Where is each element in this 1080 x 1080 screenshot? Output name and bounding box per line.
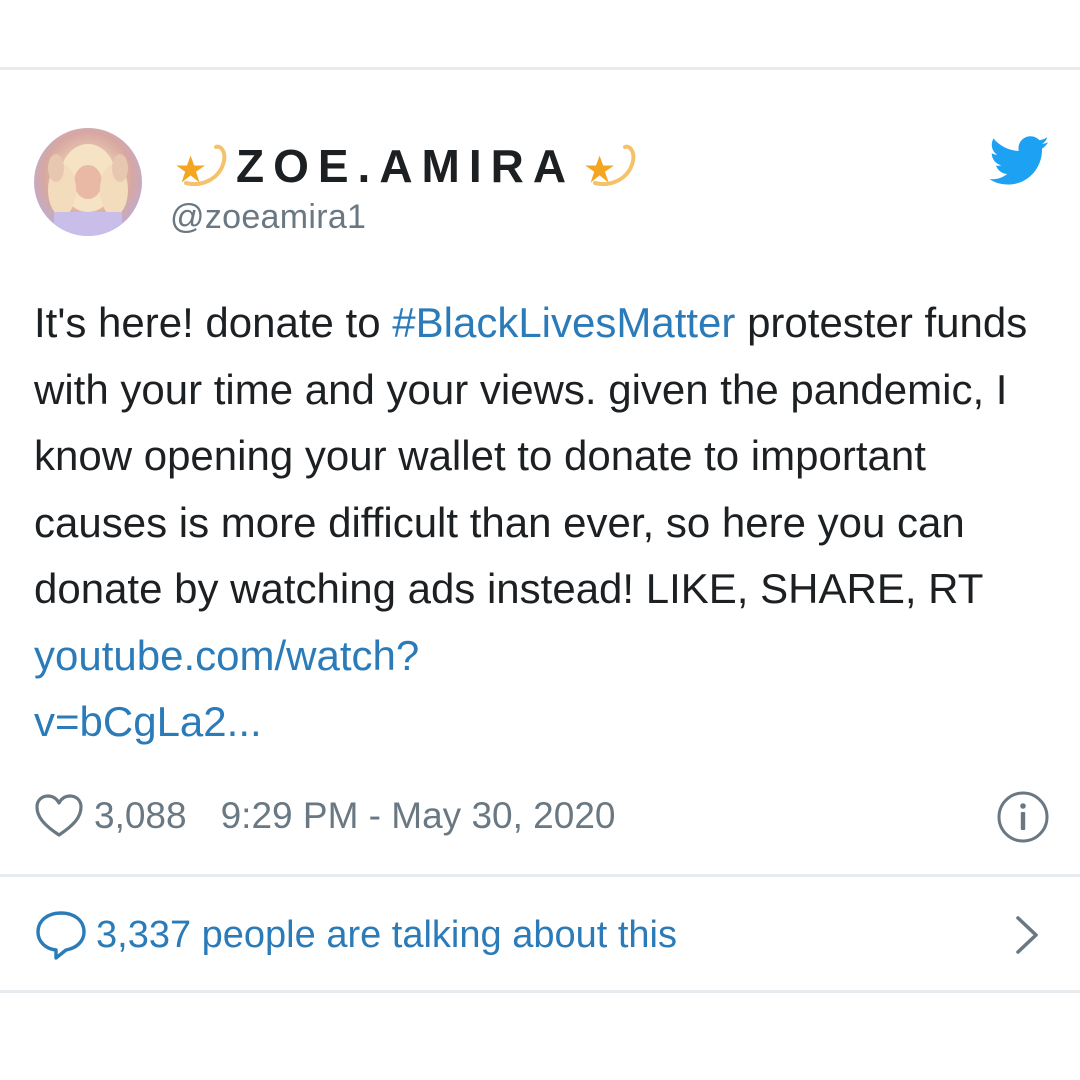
heart-icon[interactable]	[34, 793, 84, 839]
youtube-link[interactable]: youtube.com/watch? v=bCgLa2...	[34, 632, 419, 746]
user-handle[interactable]: @zoeamira1	[170, 198, 366, 237]
profile-photo	[48, 144, 128, 236]
display-name-text: ZOE.AMIRA	[236, 140, 576, 192]
tweet-timestamp[interactable]: 9:29 PM - May 30, 2020	[221, 795, 616, 837]
bottom-divider	[0, 990, 1080, 993]
speech-bubble-icon	[36, 911, 86, 960]
tweet-meta: 3,088 9:29 PM - May 30, 2020	[34, 788, 615, 844]
like-count[interactable]: 3,088	[94, 795, 187, 837]
hashtag-link[interactable]: #BlackLivesMatter	[392, 299, 735, 346]
tweet-text: It's here! donate to #BlackLivesMatter p…	[34, 290, 1059, 756]
shooting-star-icon	[176, 144, 227, 186]
avatar[interactable]	[34, 128, 142, 236]
display-name[interactable]: ZOE.AMIRA	[172, 138, 639, 194]
shooting-star-icon	[585, 144, 636, 186]
info-icon[interactable]	[996, 790, 1050, 844]
talking-about-text: 3,337 people are talking about this	[96, 913, 677, 956]
youtube-link-line1: youtube.com/watch?	[34, 631, 420, 679]
tweet-text-start: It's here! donate to	[34, 299, 393, 346]
top-divider	[0, 67, 1080, 70]
talking-about-link[interactable]: 3,337 people are talking about this	[34, 904, 677, 966]
chevron-right-icon[interactable]	[1010, 912, 1044, 958]
middle-divider	[0, 874, 1080, 877]
youtube-link-line2: v=bCgLa2...	[34, 698, 262, 745]
twitter-bird-icon[interactable]	[990, 136, 1050, 186]
